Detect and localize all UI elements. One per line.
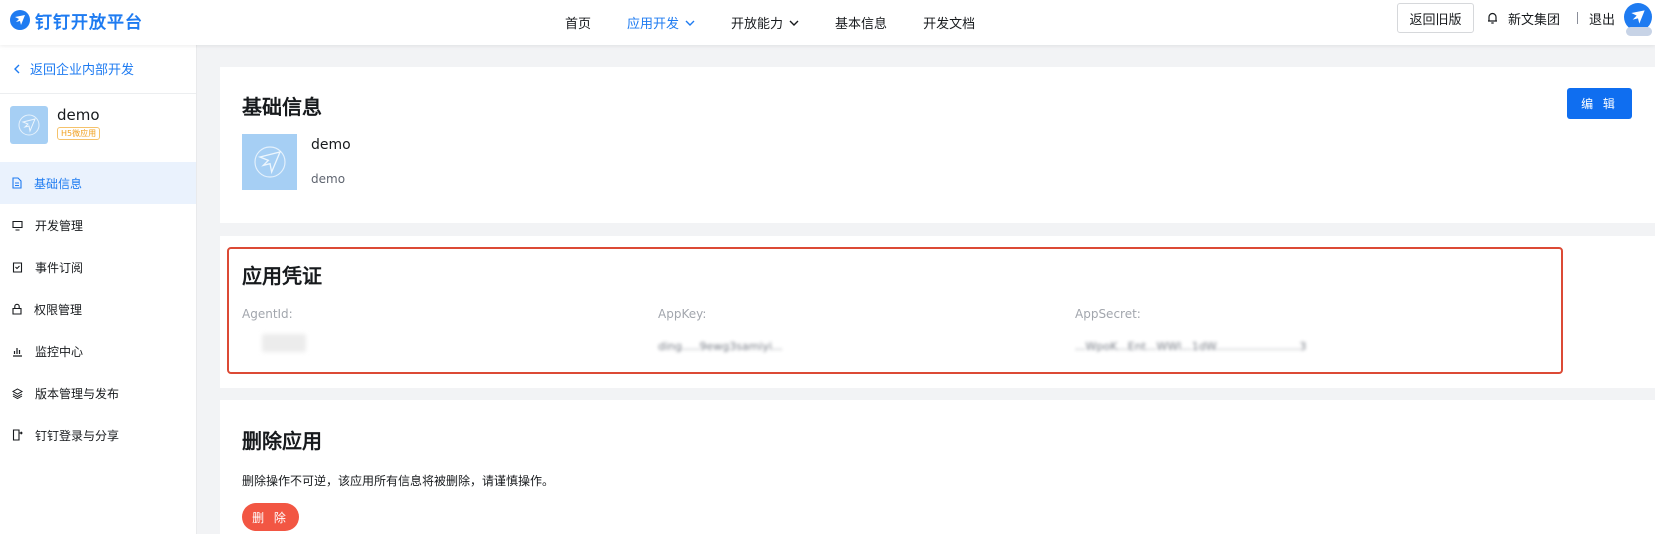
logout-link[interactable]: 退出 [1589, 9, 1615, 28]
org-switcher[interactable]: 新文集团 [1487, 0, 1560, 36]
sidebar-app-name: demo [57, 106, 100, 124]
bar-chart-icon [13, 347, 22, 357]
main-nav: 首页 应用开发 开放能力 基本信息 开发文档 [565, 0, 1011, 45]
basic-info-card [220, 67, 1655, 223]
bell-icon [1488, 12, 1497, 24]
sidebar-item-permissions[interactable]: 权限管理 [0, 288, 196, 330]
app-name: demo [311, 137, 351, 153]
top-navigation-bar: 钉钉开放平台 首页 应用开发 开放能力 基本信息 开发文档 返回旧版 新文集团 … [0, 0, 1655, 45]
sidebar-item-basic-info[interactable]: 基础信息 [0, 162, 196, 204]
chevron-down-icon [685, 20, 695, 26]
app-secret-label: AppSecret: [1075, 307, 1141, 321]
credentials-highlight-box [227, 247, 1563, 374]
app-icon [10, 106, 48, 144]
document-icon [12, 177, 22, 189]
app-key-label: AppKey: [658, 307, 707, 321]
delete-app-title: 删除应用 [242, 429, 322, 453]
org-name: 新文集团 [1508, 12, 1561, 28]
lock-icon [12, 303, 22, 315]
subscription-icon [12, 261, 23, 273]
chevron-down-icon [789, 20, 799, 26]
dingtalk-avatar-icon [1631, 10, 1645, 24]
nav-home[interactable]: 首页 [565, 13, 591, 32]
sidebar-item-monitoring[interactable]: 监控中心 [0, 330, 196, 372]
delete-app-description: 删除操作不可逆，该应用所有信息将被删除，请谨慎操作。 [242, 474, 555, 488]
agent-id-value-redacted [262, 334, 306, 352]
nav-open-capabilities[interactable]: 开放能力 [731, 13, 799, 32]
sidebar-item-event-subscription[interactable]: 事件订阅 [0, 246, 196, 288]
sidebar-item-login-share[interactable]: 钉钉登录与分享 [0, 414, 196, 456]
sidebar-divider [0, 93, 196, 94]
app-key-value[interactable]: ding.....9ewg3samiyi... [658, 340, 783, 353]
app-icon-large [242, 134, 297, 190]
sidebar-item-version-release[interactable]: 版本管理与发布 [0, 372, 196, 414]
back-to-internal-dev-link[interactable]: 返回企业内部开发 [14, 59, 134, 78]
app-secret-value[interactable]: ...WpoK...Ent...WWl...1dW...............… [1075, 340, 1306, 353]
share-icon [12, 429, 23, 441]
agent-id-label: AgentId: [242, 307, 293, 321]
sidebar: 返回企业内部开发 demo H5微应用 基础信息 开发管理 事件订阅 权限管理 … [0, 45, 197, 534]
chevron-left-icon [14, 64, 20, 73]
header-divider [1577, 12, 1578, 24]
avatar-badge [1626, 27, 1652, 36]
nav-basic-info[interactable]: 基本信息 [835, 13, 887, 32]
sidebar-item-dev-management[interactable]: 开发管理 [0, 204, 196, 246]
return-old-version-button[interactable]: 返回旧版 [1397, 3, 1474, 33]
credentials-title: 应用凭证 [242, 264, 322, 288]
sidebar-app-card: demo H5微应用 [10, 106, 101, 144]
layers-icon [12, 387, 23, 399]
delete-app-card [220, 400, 1655, 534]
sidebar-menu: 基础信息 开发管理 事件订阅 权限管理 监控中心 版本管理与发布 钉钉登录与分享 [0, 162, 196, 456]
monitor-icon [12, 220, 23, 231]
nav-app-development[interactable]: 应用开发 [627, 13, 695, 32]
delete-button[interactable]: 删 除 [242, 503, 299, 531]
dingtalk-logo-icon [10, 10, 30, 30]
basic-info-title: 基础信息 [242, 95, 322, 119]
logo-text: 钉钉开放平台 [35, 12, 143, 33]
app-type-badge: H5微应用 [57, 127, 101, 140]
nav-dev-docs[interactable]: 开发文档 [923, 13, 975, 32]
edit-button[interactable]: 编 辑 [1567, 88, 1632, 119]
app-description: demo [311, 172, 346, 186]
dingtalk-logo[interactable]: 钉钉开放平台 [10, 9, 143, 33]
